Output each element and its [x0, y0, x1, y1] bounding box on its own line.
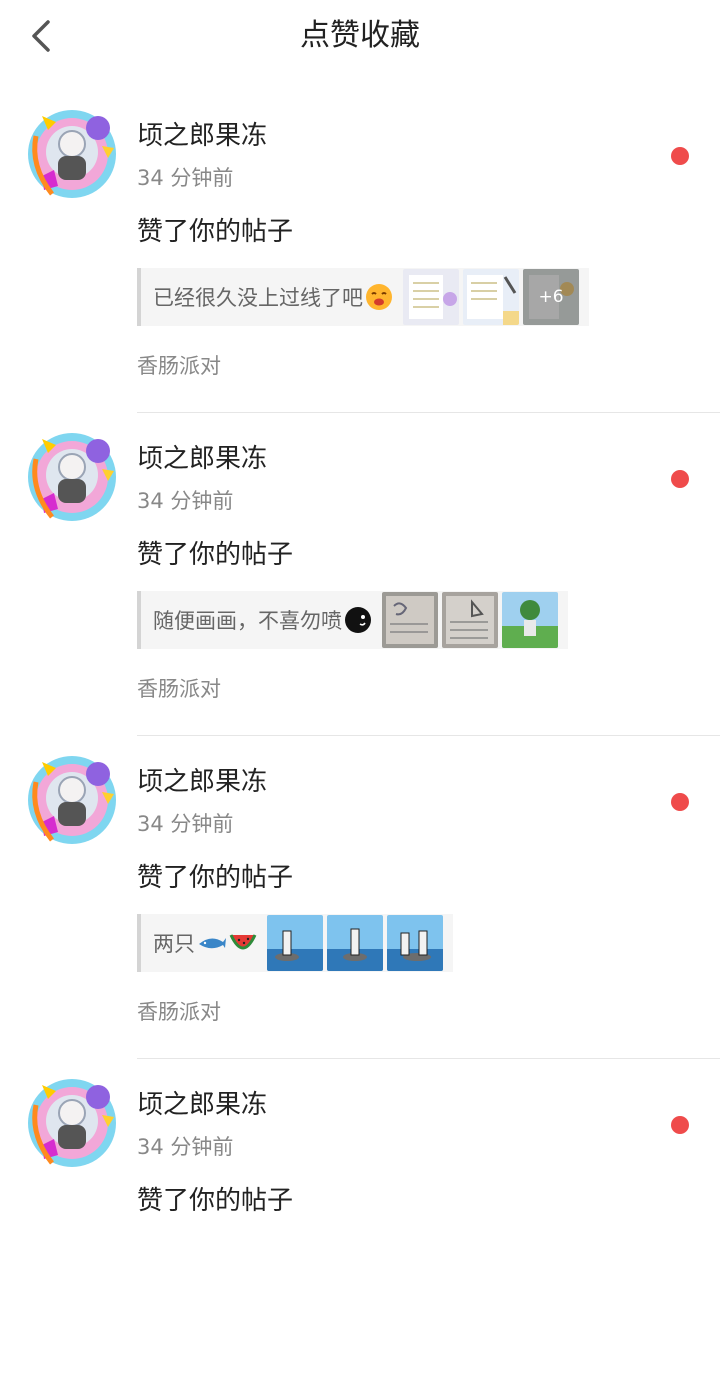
watermelon-emoji-icon — [229, 934, 257, 950]
shark-emoji-icon — [199, 938, 226, 949]
notification-item[interactable]: 顷之郎果冻 34 分钟前 赞了你的帖子 随便画画，不喜勿喷 香肠派对 — [0, 413, 720, 736]
timestamp: 34 分钟前 — [137, 166, 234, 190]
avatar[interactable] — [24, 1075, 120, 1171]
thumbnail-strip — [382, 592, 558, 648]
quote-text: 随便画画，不喜勿喷 — [153, 609, 342, 633]
thumbnail-image[interactable] — [463, 269, 519, 325]
notification-item[interactable]: 顷之郎果冻 34 分钟前 赞了你的帖子 两只 香肠派对 — [0, 736, 720, 1059]
top-bar: 点赞收藏 — [0, 0, 720, 72]
thumbnail-image[interactable] — [502, 592, 558, 648]
timestamp: 34 分钟前 — [137, 489, 234, 513]
quote-text-row: 两只 — [153, 928, 257, 958]
quote-text: 两只 — [153, 932, 195, 956]
quote-text: 已经很久没上过线了吧 — [153, 286, 363, 310]
thumbnail-image[interactable] — [442, 592, 498, 648]
post-quote[interactable]: 已经很久没上过线了吧 +6 — [137, 268, 589, 326]
unread-dot — [671, 793, 689, 811]
thumbnail-more[interactable]: +6 — [523, 269, 579, 325]
thumbnail-image[interactable] — [382, 592, 438, 648]
unread-dot — [671, 470, 689, 488]
user-name[interactable]: 顷之郎果冻 — [137, 441, 267, 477]
thumbnail-strip: +6 — [403, 269, 579, 325]
sad-face-emoji-icon — [366, 284, 392, 310]
user-name[interactable]: 顷之郎果冻 — [137, 1087, 267, 1123]
page-title: 点赞收藏 — [300, 18, 420, 53]
timestamp: 34 分钟前 — [137, 812, 234, 836]
user-name[interactable]: 顷之郎果冻 — [137, 764, 267, 800]
avatar[interactable] — [24, 106, 120, 202]
action-text: 赞了你的帖子 — [137, 217, 294, 247]
user-name[interactable]: 顷之郎果冻 — [137, 118, 267, 154]
action-text: 赞了你的帖子 — [137, 1186, 294, 1216]
quote-box: 两只 — [141, 914, 453, 972]
quote-text-row: 随便画画，不喜勿喷 — [153, 605, 372, 635]
black-face-emoji-icon — [345, 607, 371, 633]
notification-item[interactable]: 顷之郎果冻 34 分钟前 赞了你的帖子 — [0, 1059, 720, 1382]
avatar[interactable] — [24, 752, 120, 848]
post-quote[interactable]: 两只 — [137, 914, 453, 972]
unread-dot — [671, 1116, 689, 1134]
quote-box: 已经很久没上过线了吧 +6 — [141, 268, 589, 326]
thumbnail-strip — [267, 915, 443, 971]
thumbnail-image[interactable] — [403, 269, 459, 325]
forum-name[interactable]: 香肠派对 — [137, 996, 221, 1028]
more-count: +6 — [523, 269, 579, 325]
action-text: 赞了你的帖子 — [137, 863, 294, 893]
action-text: 赞了你的帖子 — [137, 540, 294, 570]
quote-text-row: 已经很久没上过线了吧 — [153, 282, 393, 312]
post-quote[interactable]: 随便画画，不喜勿喷 — [137, 591, 568, 649]
thumbnail-image[interactable] — [387, 915, 443, 971]
unread-dot — [671, 147, 689, 165]
quote-box: 随便画画，不喜勿喷 — [141, 591, 568, 649]
timestamp: 34 分钟前 — [137, 1135, 234, 1159]
avatar[interactable] — [24, 429, 120, 525]
notification-item[interactable]: 顷之郎果冻 34 分钟前 赞了你的帖子 已经很久没上过线了吧 +6 香肠派对 — [0, 90, 720, 413]
notification-list: 顷之郎果冻 34 分钟前 赞了你的帖子 已经很久没上过线了吧 +6 香肠派对 顷… — [0, 90, 720, 1382]
forum-name[interactable]: 香肠派对 — [137, 673, 221, 705]
thumbnail-image[interactable] — [267, 915, 323, 971]
forum-name[interactable]: 香肠派对 — [137, 350, 221, 382]
thumbnail-image[interactable] — [327, 915, 383, 971]
